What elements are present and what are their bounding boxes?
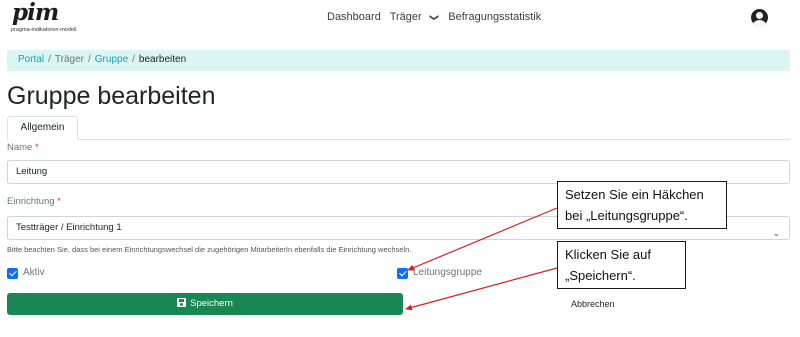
callout-line: bei „Leitungsgruppe“.: [565, 208, 688, 223]
chevron-down-icon[interactable]: ❯: [428, 14, 439, 22]
breadcrumb-portal[interactable]: Portal: [18, 54, 44, 65]
name-label-text: Name: [7, 142, 33, 153]
user-circle-icon[interactable]: [751, 9, 768, 26]
breadcrumb-traeger: Träger: [54, 54, 84, 65]
breadcrumb-separator: /: [88, 54, 91, 65]
required-marker: *: [34, 142, 39, 153]
callout-line: „Speichern“.: [565, 268, 636, 283]
einrichtung-hint: Bitte beachten Sie, dass bei einem Einri…: [7, 245, 412, 254]
breadcrumb-gruppe[interactable]: Gruppe: [95, 54, 128, 65]
chevron-down-icon: ⌄: [772, 228, 780, 238]
page-title: Gruppe bearbeiten: [7, 82, 216, 110]
save-button-label: Speichern: [190, 298, 233, 309]
save-button[interactable]: Speichern: [7, 293, 403, 315]
aktiv-checkbox[interactable]: [7, 268, 18, 279]
name-label: Name *: [7, 142, 39, 153]
callout-line: Klicken Sie auf: [565, 247, 651, 262]
leitungsgruppe-label[interactable]: Leitungsgruppe: [413, 267, 482, 278]
callout-line: Setzen Sie ein Häkchen: [565, 187, 704, 202]
pim-logo[interactable]: pim pragma-indikatoren-modell: [10, 0, 96, 35]
breadcrumb-separator: /: [132, 54, 135, 65]
required-marker: *: [57, 196, 61, 207]
logo-wordmark: pim: [12, 0, 59, 26]
tab-bar-divider: [7, 139, 790, 140]
aktiv-label[interactable]: Aktiv: [23, 267, 45, 278]
nav-befragungsstatistik[interactable]: Befragungsstatistik: [448, 11, 541, 23]
tab-allgemein[interactable]: Allgemein: [7, 116, 78, 140]
top-navbar: pim pragma-indikatoren-modell Dashboard …: [0, 0, 800, 39]
einrichtung-label-text: Einrichtung: [7, 196, 55, 207]
leitungsgruppe-checkbox[interactable]: [397, 268, 408, 279]
callout-save-instruction: Klicken Sie auf „Speichern“.: [557, 241, 686, 289]
cancel-button[interactable]: Abbrechen: [571, 299, 615, 309]
breadcrumb: Portal / Träger / Gruppe / bearbeiten: [7, 50, 790, 71]
einrichtung-selected-value: Testträger / Einrichtung 1: [16, 222, 122, 233]
nav-traeger[interactable]: Träger: [390, 11, 422, 23]
logo-subtitle: pragma-indikatoren-modell: [11, 27, 77, 33]
nav-dashboard[interactable]: Dashboard: [327, 11, 381, 23]
floppy-disk-icon: [177, 298, 187, 307]
breadcrumb-current: bearbeiten: [138, 54, 187, 65]
breadcrumb-separator: /: [48, 54, 51, 65]
main-nav: Dashboard Träger ❯ Befragungsstatistik: [327, 11, 547, 23]
callout-checkbox-instruction: Setzen Sie ein Häkchen bei „Leitungsgrup…: [557, 181, 727, 229]
einrichtung-label: Einrichtung *: [7, 196, 61, 207]
